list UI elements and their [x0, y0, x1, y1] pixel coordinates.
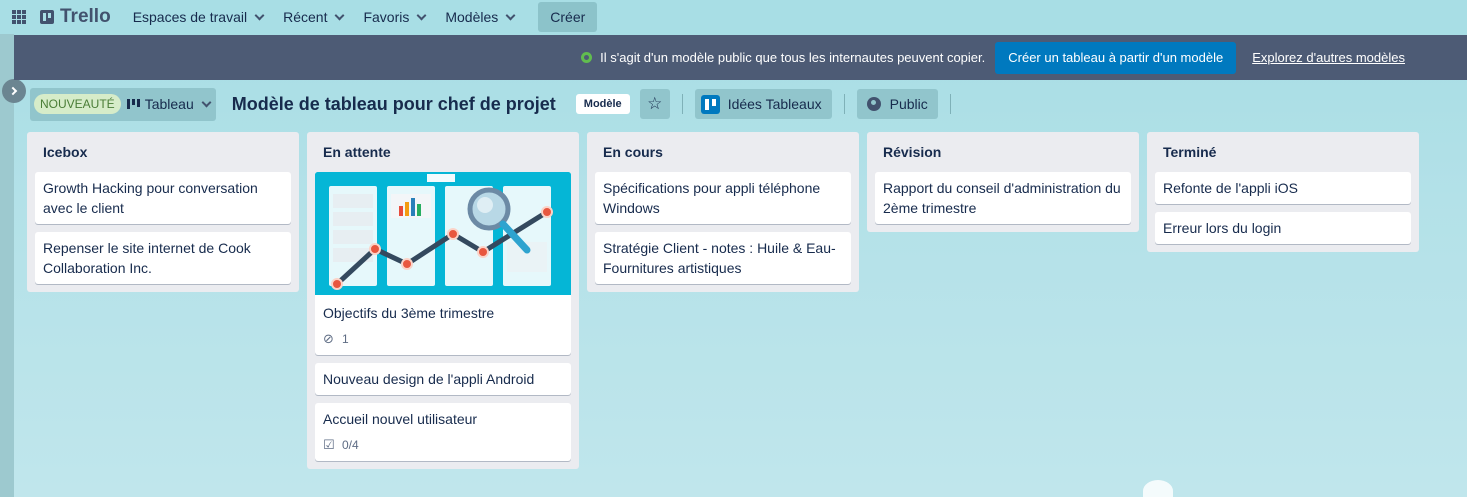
card[interactable]: Growth Hacking pour conversation avec le… [35, 172, 291, 224]
nav-recent[interactable]: Récent [273, 1, 353, 33]
chevron-down-icon [505, 10, 516, 20]
list-en-attente: En attente Objectifs du 3ème trimestre ⊘… [307, 132, 579, 469]
list-title[interactable]: Icebox [35, 132, 291, 172]
card-title: Accueil nouvel utilisateur [323, 411, 478, 427]
star-button[interactable]: ☆ [639, 89, 670, 119]
card-title: Erreur lors du login [1163, 220, 1282, 236]
paperclip-icon: ⊘ [323, 331, 334, 346]
checklist-icon: ☑ [323, 437, 335, 452]
list-en-cours: En cours Spécifications pour appli télép… [587, 132, 859, 292]
nav-recent-label: Récent [283, 9, 328, 25]
nav-favorites[interactable]: Favoris [353, 1, 435, 33]
ideas-boards-button[interactable]: Idées Tableaux [694, 89, 832, 119]
nav-workspaces[interactable]: Espaces de travail [123, 1, 273, 33]
list-title[interactable]: En cours [595, 132, 851, 172]
background-decoration [1143, 480, 1173, 497]
card[interactable]: Spécifications pour appli téléphone Wind… [595, 172, 851, 224]
view-switcher[interactable]: NOUVEAUTÉ Tableau [30, 87, 216, 121]
nav-templates[interactable]: Modèles [435, 1, 524, 33]
card-title: Repenser le site internet de Cook Collab… [43, 240, 251, 276]
list-title[interactable]: Terminé [1155, 132, 1411, 172]
card-title: Nouveau design de l'appli Android [323, 371, 535, 387]
view-label: Tableau [144, 96, 194, 112]
visibility-label: Public [889, 96, 928, 112]
card[interactable]: Objectifs du 3ème trimestre ⊘ 1 [315, 172, 571, 355]
nav-workspaces-label: Espaces de travail [132, 9, 248, 25]
list-icebox: Icebox Growth Hacking pour conversation … [27, 132, 299, 292]
top-nav: Trello Espaces de travail Récent Favoris… [0, 0, 1467, 34]
sidebar-rail [0, 34, 26, 497]
logo-text: Trello [60, 6, 111, 27]
card-title: Refonte de l'appli iOS [1163, 180, 1298, 196]
attachment-count: 1 [342, 332, 349, 346]
globe-icon [866, 97, 881, 111]
attachment-badge: ⊘ 1 [323, 329, 563, 349]
card[interactable]: Repenser le site internet de Cook Collab… [35, 232, 291, 284]
card[interactable]: Refonte de l'appli iOS [1155, 172, 1411, 204]
divider [681, 94, 683, 114]
card[interactable]: Rapport du conseil d'administration du 2… [875, 172, 1131, 224]
template-banner: Il s'agit d'un modèle public que tous le… [14, 35, 1467, 80]
new-badge: NOUVEAUTÉ [34, 94, 121, 114]
divider [949, 94, 951, 114]
list-revision: Révision Rapport du conseil d'administra… [867, 132, 1139, 232]
card-title: Objectifs du 3ème trimestre [323, 305, 495, 321]
ideas-boards-label: Idées Tableaux [727, 96, 822, 112]
card[interactable]: Stratégie Client - notes : Huile & Eau- … [595, 232, 851, 284]
board-view-icon [126, 99, 141, 109]
list-title[interactable]: Révision [875, 132, 1131, 172]
card[interactable]: Erreur lors du login [1155, 212, 1411, 244]
card-title: Spécifications pour appli téléphone Wind… [603, 180, 821, 216]
public-icon [581, 52, 593, 63]
card[interactable]: Accueil nouvel utilisateur ☑ 0/4 [315, 403, 571, 461]
checklist-progress: 0/4 [342, 438, 359, 452]
list-termine: Terminé Refonte de l'appli iOS Erreur lo… [1147, 132, 1419, 252]
apps-grid-icon[interactable] [12, 10, 26, 24]
card-title: Stratégie Client - notes : Huile & Eau- … [603, 240, 836, 276]
sidebar-toggle-button[interactable] [2, 79, 26, 103]
trello-logo-icon [40, 10, 54, 24]
banner-message: Il s'agit d'un modèle public que tous le… [600, 50, 986, 65]
board-header: NOUVEAUTÉ Tableau Modèle de tableau pour… [30, 87, 963, 121]
checklist-badge: ☑ 0/4 [323, 435, 563, 455]
create-button[interactable]: Créer [538, 2, 598, 32]
growth-chart-illustration [315, 172, 571, 295]
template-badge: Modèle [575, 94, 630, 114]
chevron-right-icon [8, 86, 18, 96]
trello-logo[interactable]: Trello [40, 6, 111, 28]
chevron-down-icon [254, 10, 265, 20]
list-title[interactable]: En attente [315, 132, 571, 172]
board-title[interactable]: Modèle de tableau pour chef de projet [232, 94, 556, 115]
card-title: Growth Hacking pour conversation avec le… [43, 180, 258, 216]
create-from-template-button[interactable]: Créer un tableau à partir d'un modèle [995, 41, 1237, 74]
chevron-down-icon [201, 97, 212, 107]
nav-favorites-label: Favoris [363, 9, 410, 25]
nav-templates-label: Modèles [445, 9, 499, 25]
trello-board-icon [700, 94, 720, 114]
card-title: Rapport du conseil d'administration du 2… [883, 180, 1121, 216]
star-icon: ☆ [647, 94, 663, 113]
chevron-down-icon [416, 10, 427, 20]
explore-templates-link[interactable]: Explorez d'autres modèles [1252, 50, 1405, 65]
card-cover-image [315, 172, 571, 295]
visibility-button[interactable]: Public [856, 89, 938, 119]
divider [843, 94, 845, 114]
chevron-down-icon [335, 10, 345, 20]
card[interactable]: Nouveau design de l'appli Android [315, 363, 571, 395]
